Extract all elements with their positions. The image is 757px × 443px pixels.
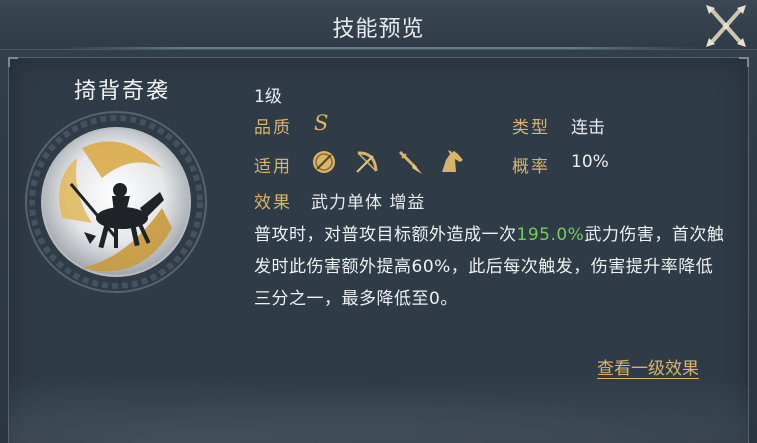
cavalry-unit-icon [442, 150, 463, 172]
description-highlight-value: 195.0% [516, 225, 585, 245]
view-level-one-effect-link[interactable]: 查看一级效果 [597, 354, 699, 379]
quality-label: 品质 [254, 118, 292, 138]
spear-unit-icon [398, 150, 422, 174]
shield-unit-icon [313, 151, 335, 173]
close-x-icon [706, 5, 746, 47]
applicable-label: 适用 [254, 157, 292, 177]
skill-emblem-icon [25, 111, 207, 293]
type-value: 连击 [571, 118, 605, 138]
skill-description: 普攻时，对普攻目标额外造成一次195.0%武力伤害，首次触发时此伤害额外提高60… [254, 219, 729, 315]
quality-grade: S [314, 111, 329, 135]
description-text: 普攻时，对普攻目标额外造成一次 [254, 225, 517, 245]
chance-value: 10% [571, 152, 609, 172]
chance-label: 概率 [512, 157, 550, 177]
panel-corner [739, 57, 749, 67]
dialog-header: 技能预览 [0, 0, 757, 50]
skill-level: 1级 [254, 87, 282, 107]
skill-preview-dialog: 技能预览 掎背奇袭 1级 品质 S 类型 连击 适用 概率 10% 效果 武力单… [0, 0, 757, 443]
type-label: 类型 [512, 118, 550, 138]
bow-unit-icon [356, 151, 378, 173]
effect-label: 效果 [254, 193, 292, 213]
effect-value: 武力单体 增益 [311, 193, 426, 213]
panel-corner [8, 57, 18, 67]
dialog-title: 技能预览 [332, 17, 425, 42]
close-button[interactable] [700, 2, 752, 50]
skill-name: 掎背奇袭 [74, 79, 171, 104]
